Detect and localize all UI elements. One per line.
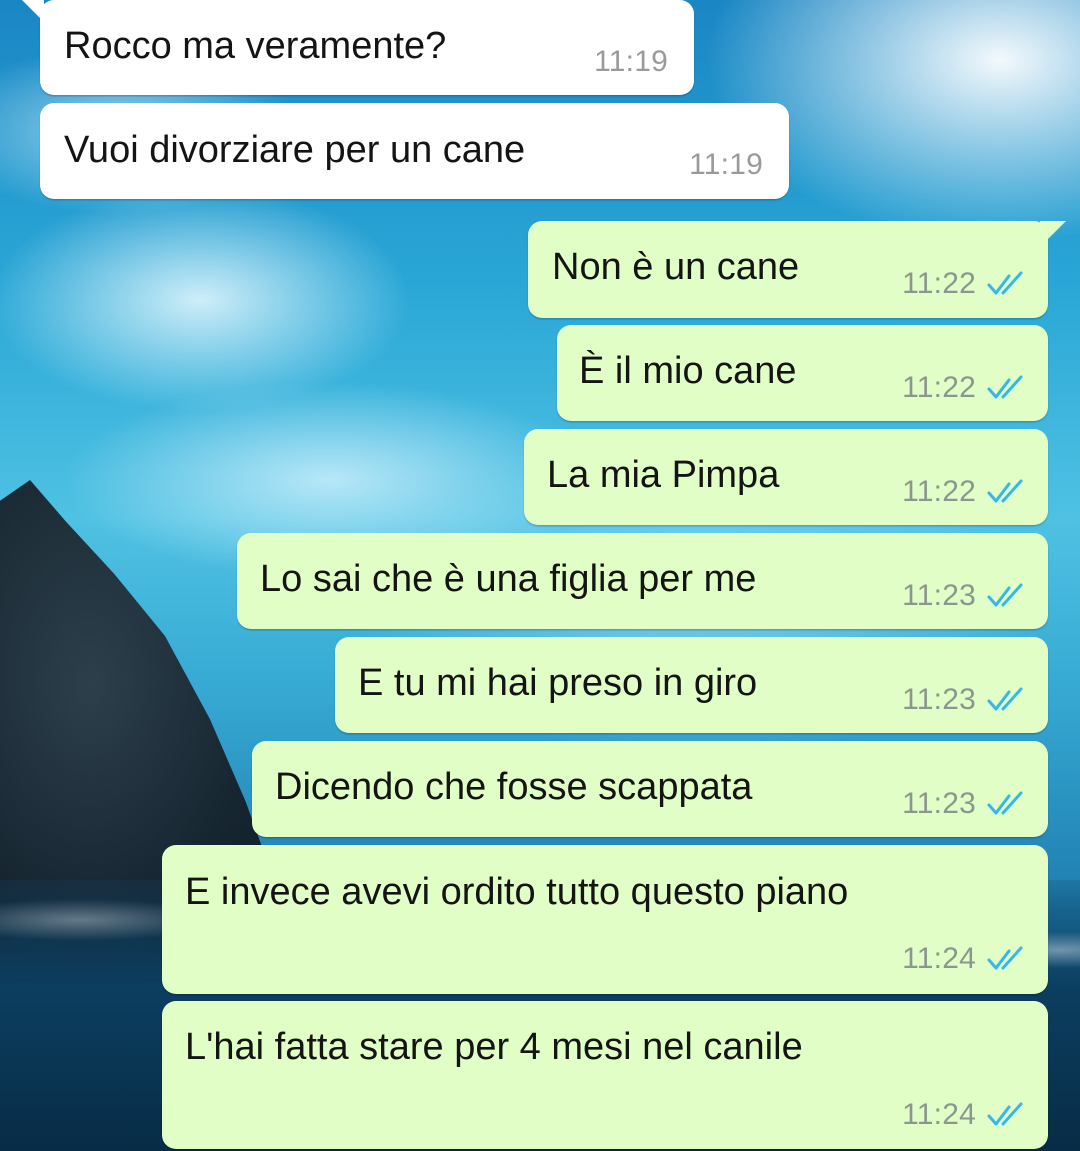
message-time: 11:23 — [902, 787, 976, 820]
message-meta: 11:22 — [902, 472, 1026, 512]
outgoing-message[interactable]: Dicendo che fosse scappata 11:23 — [252, 741, 1048, 837]
outgoing-message[interactable]: La mia Pimpa 11:22 — [524, 429, 1048, 525]
message-text: La mia Pimpa — [547, 454, 780, 496]
message-time: 11:19 — [594, 45, 668, 78]
outgoing-message[interactable]: L'hai fatta stare per 4 mesi nel canile … — [162, 1001, 1048, 1149]
message-time: 11:22 — [902, 475, 976, 508]
message-text: Dicendo che fosse scappata — [275, 766, 753, 808]
message-meta: 11:23 — [902, 784, 1026, 824]
double-check-icon — [987, 1102, 1023, 1126]
message-meta: 11:19 — [594, 42, 668, 82]
incoming-message[interactable]: Rocco ma veramente? 11:19 — [40, 0, 694, 95]
message-text: È il mio cane — [579, 350, 797, 392]
message-time: 11:23 — [902, 683, 976, 716]
message-time: 11:23 — [902, 579, 976, 612]
message-meta: 11:19 — [689, 145, 763, 185]
message-time: 11:24 — [902, 1098, 976, 1131]
message-meta: 11:22 — [902, 264, 1026, 304]
message-text: E tu mi hai preso in giro — [358, 662, 758, 704]
message-meta: 11:22 — [902, 368, 1026, 408]
outgoing-message[interactable]: È il mio cane 11:22 — [557, 325, 1048, 421]
message-meta: 11:24 — [902, 939, 1026, 979]
outgoing-message[interactable]: E invece avevi ordito tutto questo piano… — [162, 845, 1048, 994]
message-text: Non è un cane — [552, 246, 800, 288]
message-text: L'hai fatta stare per 4 mesi nel canile — [185, 1026, 803, 1068]
message-meta: 11:24 — [902, 1095, 1026, 1135]
outgoing-message[interactable]: Lo sai che è una figlia per me 11:23 — [237, 533, 1048, 629]
double-check-icon — [987, 479, 1023, 503]
double-check-icon — [987, 583, 1023, 607]
double-check-icon — [987, 375, 1023, 399]
message-time: 11:19 — [689, 148, 763, 181]
message-time: 11:24 — [902, 942, 976, 975]
message-meta: 11:23 — [902, 576, 1026, 616]
outgoing-message[interactable]: E tu mi hai preso in giro 11:23 — [335, 637, 1048, 733]
message-text: Vuoi divorziare per un cane — [64, 129, 526, 171]
message-text: Lo sai che è una figlia per me — [260, 558, 757, 600]
incoming-message[interactable]: Vuoi divorziare per un cane 11:19 — [40, 103, 789, 199]
double-check-icon — [987, 946, 1023, 970]
double-check-icon — [987, 791, 1023, 815]
message-text: Rocco ma veramente? — [64, 25, 447, 67]
message-meta: 11:23 — [902, 680, 1026, 720]
outgoing-message[interactable]: Non è un cane 11:22 — [528, 221, 1048, 318]
double-check-icon — [987, 687, 1023, 711]
double-check-icon — [987, 271, 1023, 295]
message-time: 11:22 — [902, 267, 976, 300]
message-text: E invece avevi ordito tutto questo piano — [185, 871, 849, 913]
message-time: 11:22 — [902, 371, 976, 404]
message-list[interactable]: Rocco ma veramente? 11:19 Vuoi divorziar… — [0, 0, 1080, 1151]
